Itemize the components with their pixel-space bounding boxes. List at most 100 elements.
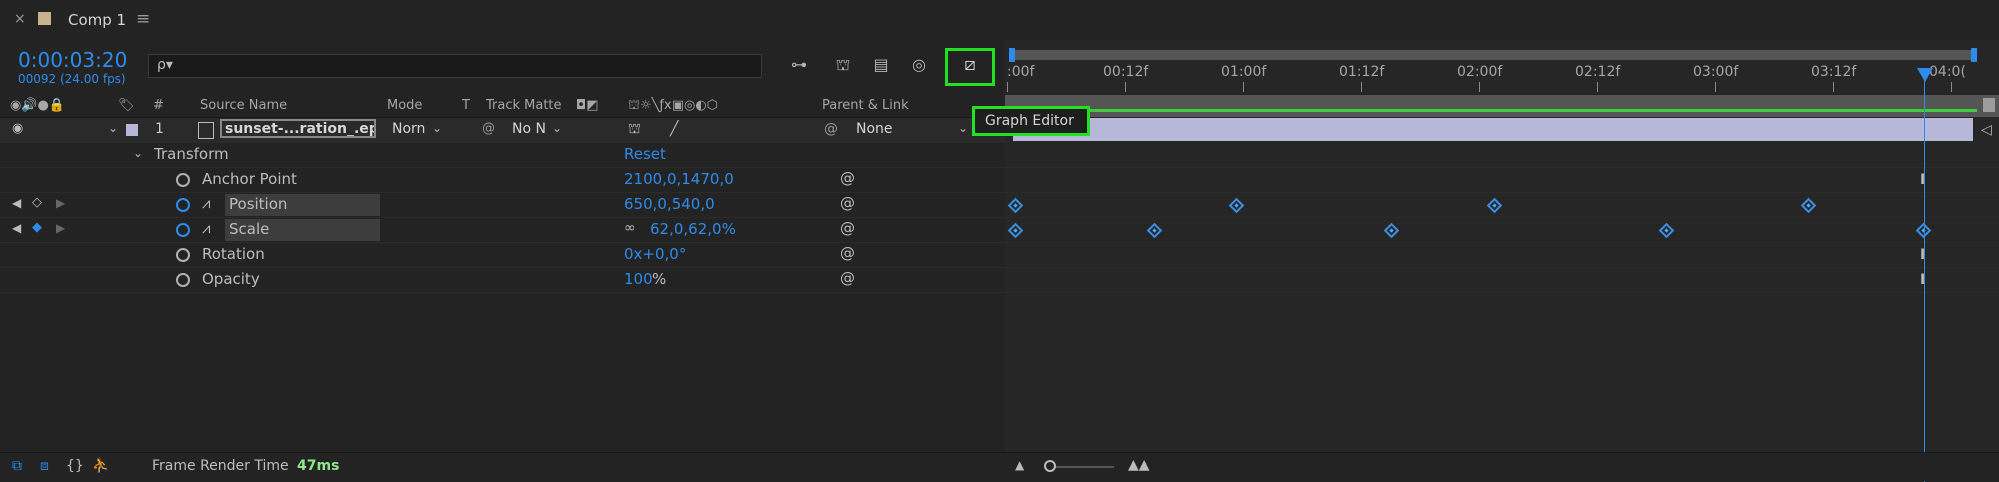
- work-area-start-handle[interactable]: [1009, 48, 1015, 62]
- mode-chevron-icon[interactable]: ⌄: [432, 121, 442, 135]
- label-color-swatch[interactable]: [126, 124, 138, 136]
- comp-marker-bin-icon[interactable]: [1983, 98, 1995, 112]
- next-keyframe-icon[interactable]: ▶: [56, 196, 65, 210]
- position-value[interactable]: 650,0,540,0: [624, 195, 715, 213]
- current-time[interactable]: 0:00:03:20: [18, 48, 127, 72]
- draft-3d-icon[interactable]: ⛫: [832, 55, 854, 75]
- layer-panel: 0:00:03:20 00092 (24.00 fps) ρ▾ ⊶ ⛫ ▤ ◎ …: [0, 40, 1005, 452]
- ruler-tick-label: 01:00f: [1221, 64, 1267, 80]
- label-tag-icon: 🏷: [118, 98, 135, 113]
- opacity-expression-pickwhip-icon[interactable]: @: [840, 269, 855, 287]
- layer-duration-bar[interactable]: [1013, 118, 1973, 141]
- column-t[interactable]: T: [462, 98, 470, 113]
- rotation-value[interactable]: 0x+0,0°: [624, 245, 686, 263]
- rotation-row: Rotation 0x+0,0° @: [0, 243, 1005, 268]
- transform-twirl-icon[interactable]: ⌄: [133, 146, 143, 160]
- scale-expression-pickwhip-icon[interactable]: @: [840, 219, 855, 237]
- opacity-stopwatch-icon[interactable]: [176, 273, 190, 287]
- opacity-unit: %: [652, 270, 667, 288]
- ruler-tick-label: 00:12f: [1103, 64, 1149, 80]
- scale-value[interactable]: 62,0,62,0%: [650, 220, 736, 238]
- parent-chevron-icon[interactable]: ⌄: [958, 121, 968, 135]
- graph-editor-icon[interactable]: ⧄: [958, 54, 982, 76]
- scale-next-keyframe-icon[interactable]: ▶: [56, 221, 65, 235]
- rotation-label: Rotation: [202, 245, 265, 263]
- quality-slash-icon[interactable]: ╱: [670, 121, 678, 137]
- scale-stopwatch-icon[interactable]: [176, 223, 190, 237]
- panel-menu-icon[interactable]: ≡: [136, 9, 150, 29]
- add-keyframe-icon[interactable]: ◇: [32, 195, 42, 210]
- footage-icon: [198, 122, 214, 139]
- rotation-stopwatch-icon[interactable]: [176, 248, 190, 262]
- anchor-expression-pickwhip-icon[interactable]: @: [840, 169, 855, 187]
- shy-icon[interactable]: ⛫: [628, 121, 641, 139]
- work-area-bar[interactable]: [1011, 50, 1975, 60]
- opacity-row: Opacity 100 % @: [0, 268, 1005, 293]
- track-matte-dropdown[interactable]: No N: [512, 121, 546, 137]
- ruler-tick-label: 03:12f: [1811, 64, 1857, 80]
- mode-dropdown[interactable]: Norn: [392, 121, 425, 137]
- twirl-down-icon[interactable]: ⌄: [108, 121, 118, 135]
- ruler-tick-mark: [1125, 82, 1126, 92]
- comp-button-icon[interactable]: ◁: [1981, 122, 1992, 138]
- search-input[interactable]: ρ▾: [148, 54, 762, 78]
- matte-icons: ◘◩: [576, 98, 599, 113]
- position-expression-pickwhip-icon[interactable]: @: [840, 194, 855, 212]
- prev-keyframe-icon[interactable]: ◀: [12, 196, 21, 210]
- scale-graph-icon[interactable]: ⩘: [202, 219, 210, 237]
- tl-opacity-row: [1005, 268, 1999, 293]
- layer-name[interactable]: sunset-...ration_.eps: [220, 119, 376, 138]
- tl-transform-row: [1005, 143, 1999, 168]
- zoom-out-icon[interactable]: ▲: [1015, 458, 1024, 472]
- column-mode[interactable]: Mode: [387, 98, 422, 113]
- column-source-name[interactable]: Source Name: [200, 98, 287, 113]
- ruler-tick-mark: [1479, 82, 1480, 92]
- render-time-toggle-icon[interactable]: ⛹: [92, 458, 109, 474]
- layer-marker-line: [1009, 109, 1977, 112]
- transfer-controls-toggle-icon[interactable]: ⧈: [40, 458, 49, 474]
- anchor-stopwatch-icon[interactable]: [176, 173, 190, 187]
- constrain-proportions-icon[interactable]: ∞: [624, 220, 636, 236]
- work-area-end-handle[interactable]: [1971, 48, 1977, 62]
- column-parent-link[interactable]: Parent & Link: [822, 98, 909, 113]
- rotation-expression-pickwhip-icon[interactable]: @: [840, 244, 855, 262]
- transform-reset-link[interactable]: Reset: [624, 145, 666, 163]
- flowchart-icon[interactable]: ⊶: [788, 55, 810, 75]
- scale-keyframe-active-icon[interactable]: ◆: [32, 220, 42, 235]
- column-track-matte[interactable]: Track Matte: [486, 98, 562, 113]
- visibility-eye-icon[interactable]: ◉: [12, 121, 23, 136]
- motion-blur-icon[interactable]: ◎: [908, 55, 930, 75]
- timeline-panel[interactable]: :00f 00:12f 01:00f 01:12f 02:00f 02:12f 03:00f…: [1005, 40, 1999, 482]
- anchor-point-value[interactable]: 2100,0,1470,0: [624, 170, 734, 188]
- parent-dropdown[interactable]: None: [856, 121, 893, 137]
- tab-comp-title[interactable]: Comp 1: [68, 11, 126, 29]
- scale-prev-keyframe-icon[interactable]: ◀: [12, 221, 21, 235]
- comp-icon: [38, 12, 51, 25]
- close-tab-icon[interactable]: ×: [14, 11, 26, 27]
- layer-number: 1: [155, 121, 164, 137]
- in-out-toggle-icon[interactable]: {}: [66, 458, 84, 474]
- opacity-label: Opacity: [202, 270, 260, 288]
- transform-row[interactable]: ⌄ Transform Reset: [0, 143, 1005, 168]
- opacity-ibeam-icon: I: [1920, 272, 1926, 288]
- column-number[interactable]: #: [153, 98, 164, 113]
- scale-row: ◀ ◆ ▶ ⩘ Scale ∞ 62,0,62,0% @: [0, 218, 1005, 243]
- layer-row[interactable]: ◉ ⌄ 1 sunset-...ration_.eps Norn ⌄ @ No …: [0, 118, 1005, 143]
- rotation-ibeam-icon: I: [1920, 247, 1926, 263]
- opacity-value[interactable]: 100: [624, 270, 653, 288]
- position-stopwatch-icon[interactable]: [176, 198, 190, 212]
- track-matte-pickwhip-icon[interactable]: @: [482, 121, 495, 136]
- parent-pickwhip-icon[interactable]: @: [824, 121, 838, 137]
- av-features-icons: ◉🔊●🔒: [10, 98, 66, 113]
- zoom-slider-track[interactable]: [1048, 466, 1114, 468]
- layer-switches-toggle-icon[interactable]: ⧉: [12, 458, 22, 474]
- search-icon: ρ▾: [157, 57, 173, 73]
- tl-rotation-row: [1005, 243, 1999, 268]
- playhead-handle[interactable]: [1917, 68, 1933, 82]
- frame-blending-icon[interactable]: ▤: [870, 55, 892, 75]
- zoom-in-icon[interactable]: ▲▲: [1128, 457, 1150, 473]
- playhead-line: [1924, 70, 1925, 482]
- track-matte-chevron-icon[interactable]: ⌄: [552, 121, 562, 135]
- zoom-slider-knob[interactable]: [1044, 460, 1056, 472]
- position-graph-icon[interactable]: ⩘: [202, 194, 210, 212]
